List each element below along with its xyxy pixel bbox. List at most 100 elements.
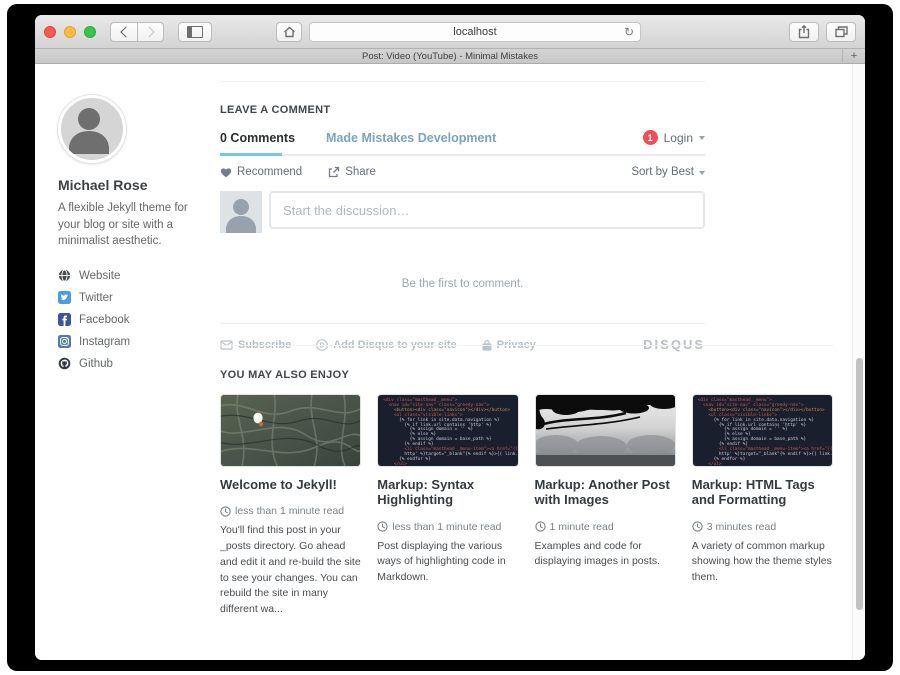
- active-tab-underline: [220, 153, 282, 156]
- new-tab-button[interactable]: +: [842, 49, 865, 63]
- post-excerpt: A variety of common markup showing how t…: [692, 539, 833, 586]
- sidebar-toggle-button[interactable]: [178, 22, 212, 42]
- person-silhouette-icon: [220, 191, 262, 233]
- divider: [220, 345, 833, 346]
- read-time: less than 1 minute read: [392, 521, 501, 533]
- comment-composer: [220, 191, 705, 233]
- scrollbar-thumb[interactable]: [856, 358, 863, 610]
- related-post-card[interactable]: <div class="masthead__menu"> <nav id="si…: [377, 394, 518, 628]
- close-window-button[interactable]: [44, 26, 56, 38]
- browser-titlebar: localhost ↻: [35, 15, 865, 49]
- author-avatar: [58, 95, 126, 163]
- minimize-window-button[interactable]: [64, 26, 76, 38]
- login-label: Login: [664, 131, 693, 145]
- related-post-card[interactable]: Welcome to Jekyll! less than 1 minute re…: [220, 394, 361, 628]
- tab-overview-button[interactable]: [826, 22, 856, 42]
- sort-menu[interactable]: Sort by Best: [631, 166, 705, 178]
- home-button[interactable]: [276, 22, 302, 42]
- read-time: 1 minute read: [550, 521, 614, 533]
- home-icon: [283, 26, 296, 38]
- related-heading: YOU MAY ALSO ENJOY: [220, 369, 833, 381]
- url-text: localhost: [453, 26, 496, 38]
- login-menu[interactable]: 1 Login: [643, 130, 705, 145]
- sort-label: Sort by Best: [631, 166, 694, 178]
- post-thumbnail[interactable]: [220, 394, 361, 467]
- empty-state-message: Be the first to comment.: [220, 278, 705, 290]
- post-title[interactable]: Markup: HTML Tags and Formatting: [692, 477, 833, 508]
- comments-section: LEAVE A COMMENT 0 Comments Made Mistakes…: [220, 64, 705, 352]
- recommend-label: Recommend: [237, 166, 302, 178]
- post-thumbnail[interactable]: [535, 394, 676, 467]
- guest-avatar: [220, 191, 262, 233]
- author-link[interactable]: Github: [58, 357, 210, 370]
- author-link-label: Github: [79, 358, 113, 370]
- author-link-label: Facebook: [79, 314, 130, 326]
- tab-community-link[interactable]: Made Mistakes Development: [326, 131, 496, 145]
- tabs-icon: [835, 26, 848, 38]
- clock-icon: [535, 521, 546, 532]
- share-icon: [798, 25, 810, 39]
- author-link-label: Twitter: [79, 292, 113, 304]
- chevron-left-icon: [120, 26, 131, 37]
- post-excerpt: Post displaying the various ways of high…: [377, 539, 518, 586]
- post-title[interactable]: Welcome to Jekyll!: [220, 477, 361, 492]
- refresh-icon[interactable]: ↻: [624, 25, 634, 39]
- post-excerpt: Examples and code for displaying images …: [535, 539, 676, 571]
- related-post-card[interactable]: Markup: Another Post with Images 1 minut…: [535, 394, 676, 628]
- chevron-down-icon: [699, 171, 705, 175]
- author-link[interactable]: Website: [58, 269, 210, 282]
- tab-bar: Post: Video (YouTube) - Minimal Mistakes…: [35, 49, 865, 64]
- author-link[interactable]: Facebook: [58, 313, 210, 326]
- notification-badge: 1: [643, 130, 658, 145]
- history-nav-group: [110, 22, 164, 42]
- post-thumbnail[interactable]: <div class="masthead__menu"> <nav id="si…: [377, 394, 518, 467]
- forward-button[interactable]: [137, 22, 164, 42]
- window-controls: [44, 26, 96, 38]
- post-title[interactable]: Markup: Syntax Highlighting: [377, 477, 518, 508]
- post-excerpt: You'll find this post in your _posts dir…: [220, 523, 361, 618]
- author-bio: A flexible Jekyll theme for your blog or…: [58, 200, 210, 250]
- sidebar-panel-icon: [187, 26, 203, 38]
- globe-icon: [58, 269, 71, 282]
- instagram-icon: [58, 335, 71, 348]
- disqus-tabs: 0 Comments Made Mistakes Development 1 L…: [220, 130, 705, 156]
- divider: [220, 323, 705, 324]
- read-time: less than 1 minute read: [235, 505, 344, 517]
- divider: [220, 81, 705, 82]
- related-posts-section: YOU MAY ALSO ENJOY: [220, 345, 833, 628]
- zoom-window-button[interactable]: [84, 26, 96, 38]
- post-title[interactable]: Markup: Another Post with Images: [535, 477, 676, 508]
- back-button[interactable]: [110, 22, 137, 42]
- clock-icon: [220, 506, 231, 517]
- related-post-card[interactable]: <div class="masthead__menu"> <nav id="si…: [692, 394, 833, 628]
- post-thumbnail[interactable]: <div class="masthead__menu"> <nav id="si…: [692, 394, 833, 467]
- recommend-button[interactable]: Recommend: [220, 166, 302, 178]
- post-meta: 1 minute read: [535, 521, 676, 533]
- post-meta: less than 1 minute read: [220, 505, 361, 517]
- post-meta: 3 minutes read: [692, 521, 833, 533]
- active-tab[interactable]: Post: Video (YouTube) - Minimal Mistakes: [362, 51, 538, 62]
- chevron-right-icon: [143, 26, 154, 37]
- heart-icon: [220, 167, 232, 178]
- address-bar[interactable]: localhost ↻: [309, 22, 641, 42]
- related-posts-grid: Welcome to Jekyll! less than 1 minute re…: [220, 394, 833, 628]
- share-thread-button[interactable]: Share: [328, 166, 376, 178]
- author-link[interactable]: Instagram: [58, 335, 210, 348]
- read-time: 3 minutes read: [707, 521, 776, 533]
- share-button[interactable]: [789, 22, 819, 42]
- author-name: Michael Rose: [58, 177, 210, 193]
- author-link-label: Website: [79, 270, 120, 282]
- comments-heading: LEAVE A COMMENT: [220, 104, 705, 116]
- author-sidebar: Michael Rose A flexible Jekyll theme for…: [58, 95, 210, 379]
- tab-comment-count[interactable]: 0 Comments: [220, 131, 295, 145]
- author-link[interactable]: Twitter: [58, 291, 210, 304]
- author-links: Website Twitter Facebook: [58, 269, 210, 370]
- comment-input[interactable]: [269, 191, 705, 229]
- github-icon: [58, 357, 71, 370]
- share-arrow-icon: [328, 166, 340, 178]
- clock-icon: [692, 521, 703, 532]
- clock-icon: [377, 521, 388, 532]
- share-label: Share: [345, 166, 376, 178]
- disqus-actions: Recommend Share Sort by Best: [220, 166, 705, 178]
- author-link-label: Instagram: [79, 336, 130, 348]
